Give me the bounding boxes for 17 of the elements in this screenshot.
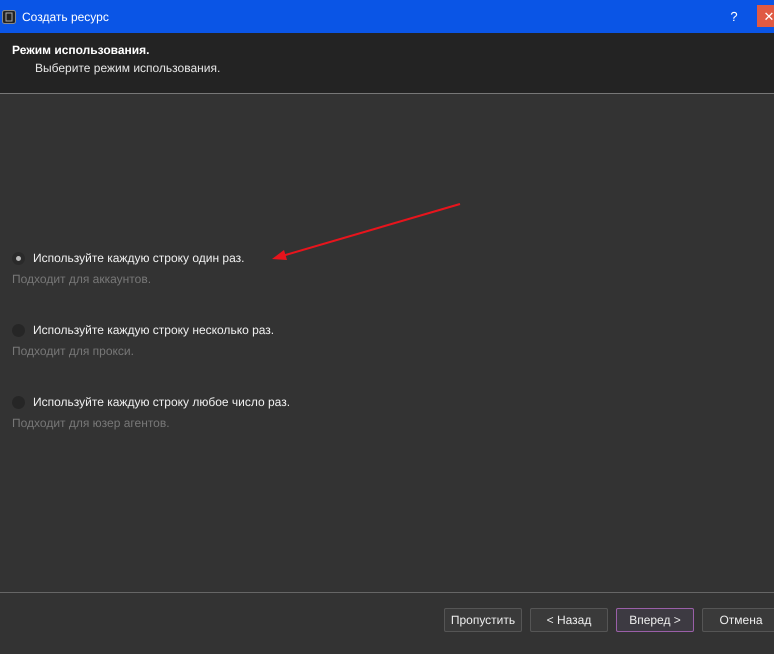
page-title: Режим использования.: [12, 43, 150, 57]
wizard-button[interactable]: Отмена: [702, 608, 774, 632]
wizard-button[interactable]: Пропустить: [444, 608, 522, 632]
close-button[interactable]: ✕: [757, 5, 774, 27]
wizard-button[interactable]: < Назад: [530, 608, 608, 632]
radio-button[interactable]: [12, 252, 25, 264]
option-hint: Подходит для юзер агентов.: [12, 416, 171, 430]
help-button[interactable]: ?: [719, 0, 749, 33]
page-subtitle: Выберите режим использования.: [35, 61, 222, 75]
option-hint: Подходит для прокси.: [12, 344, 135, 358]
option-hint: Подходит для аккаунтов.: [12, 272, 152, 286]
window-title: Создать ресурс: [22, 10, 110, 24]
option-label[interactable]: Используйте каждую строку любое число раз.: [33, 395, 290, 409]
option-label[interactable]: Используйте каждую строку несколько раз.: [33, 323, 274, 337]
app-icon: [2, 10, 16, 24]
option-label[interactable]: Используйте каждую строку один раз.: [33, 251, 244, 265]
wizard-button[interactable]: Вперед >: [616, 608, 694, 632]
